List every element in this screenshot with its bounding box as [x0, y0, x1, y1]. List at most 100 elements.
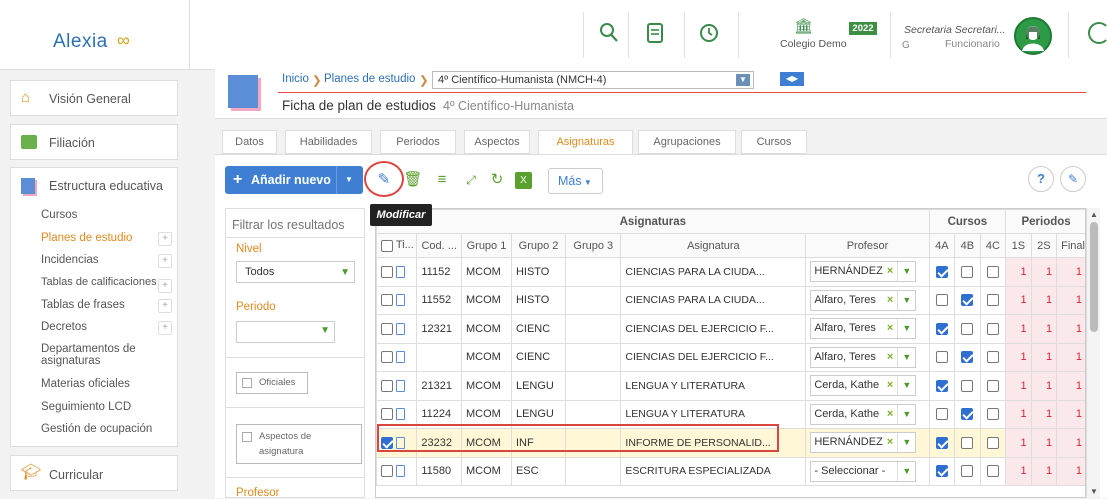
row-checkbox[interactable] — [381, 408, 393, 421]
delete-trash-icon[interactable]: 🗑︎ — [403, 170, 423, 190]
refresh-icon[interactable]: ↻ — [487, 170, 507, 190]
app-logo[interactable]: Alexia — [53, 31, 108, 53]
notes-icon[interactable] — [640, 22, 670, 50]
add-new-button[interactable]: + Añadir nuevo ▼ — [225, 166, 363, 194]
curso-4b-checkbox[interactable] — [961, 379, 974, 392]
curso-4b-checkbox[interactable] — [961, 294, 974, 307]
tab-habilidades[interactable]: Habilidades — [285, 130, 372, 154]
cell-periodo-1s[interactable]: 1 — [1005, 371, 1032, 401]
expand-plus-icon[interactable]: + — [158, 279, 172, 293]
clear-x-icon[interactable]: × — [887, 376, 893, 395]
profesor-select[interactable]: Alfaro, Teres × ▼ — [810, 318, 917, 340]
table-row[interactable]: 11580 MCOM ESC ESCRITURA ESPECIALIZADA - Sel… — [376, 456, 1085, 486]
profesor-select[interactable]: HERNÁNDEZ × ▼ — [810, 261, 917, 283]
sidebar-item-vision-general[interactable]: ⌂ Visión General — [10, 80, 178, 116]
curso-4c-checkbox[interactable] — [986, 351, 999, 364]
curso-4b-checkbox[interactable] — [961, 465, 974, 478]
tab-asignaturas[interactable]: Asignaturas — [538, 130, 633, 155]
cell-periodo-1s[interactable]: 1 — [1005, 456, 1032, 486]
table-row[interactable]: 11224 MCOM LENGU LENGUA Y LITERATURA Cerda, … — [376, 399, 1085, 429]
clear-x-icon[interactable]: × — [887, 319, 893, 338]
curso-4a-checkbox[interactable] — [935, 294, 948, 307]
column-icon[interactable]: ≡ — [432, 170, 452, 190]
expand-plus-icon[interactable]: + — [158, 254, 172, 268]
periodo-select[interactable]: ▼ — [236, 321, 335, 343]
col-header-profesor[interactable]: Profesor — [805, 233, 930, 258]
sidebar-item-estructura[interactable]: Estructura educativa — [49, 179, 163, 193]
nivel-select[interactable]: Todos ▼ — [236, 261, 355, 283]
curso-4b-checkbox[interactable] — [961, 436, 974, 449]
profesor-select[interactable]: Cerda, Kathe × ▼ — [810, 375, 917, 397]
table-row[interactable]: MCOM CIENC CIENCIAS DEL EJERCICIO F... Alfa… — [376, 342, 1085, 372]
curso-4c-checkbox[interactable] — [986, 379, 999, 392]
clear-x-icon[interactable]: × — [887, 433, 893, 452]
breadcrumb-planes[interactable]: Planes de estudio — [324, 73, 415, 85]
table-row[interactable]: 12321 MCOM CIENC CIENCIAS DEL EJERCICIO F..… — [376, 314, 1085, 344]
settings-pencil-icon[interactable]: ✎ — [1060, 166, 1086, 192]
user-name[interactable]: Secretaria Secretari... — [904, 24, 1009, 36]
history-icon[interactable] — [694, 22, 724, 50]
grid-scrollbar[interactable]: ▲ ▼ — [1086, 208, 1100, 498]
profesor-select[interactable]: Alfaro, Teres × ▼ — [810, 346, 917, 368]
col-header-grupo2[interactable]: Grupo 2 — [510, 233, 567, 258]
cell-periodo-2s[interactable]: 1 — [1030, 428, 1058, 458]
col-header-asignatura[interactable]: Asignatura — [620, 233, 807, 258]
row-checkbox[interactable] — [381, 351, 393, 364]
sub-item-cursos[interactable]: Cursos — [41, 209, 77, 221]
curso-4c-checkbox[interactable] — [986, 265, 999, 278]
clear-x-icon[interactable]: × — [887, 405, 893, 424]
curso-4c-checkbox[interactable] — [986, 436, 999, 449]
school-name[interactable]: Colegio Demo — [780, 38, 847, 50]
tab-datos[interactable]: Datos — [222, 130, 277, 154]
curso-4a-checkbox[interactable] — [935, 436, 948, 449]
sub-item-tablas-frases[interactable]: Tablas de frases — [41, 299, 125, 311]
curso-4b-checkbox[interactable] — [961, 265, 974, 278]
cell-periodo-final[interactable]: 1 — [1056, 257, 1085, 287]
tab-aspectos[interactable]: Aspectos — [464, 130, 530, 154]
col-header-4b[interactable]: 4B — [954, 233, 981, 258]
cell-periodo-2s[interactable]: 1 — [1030, 399, 1058, 429]
breadcrumb-home[interactable]: Inicio — [282, 73, 309, 85]
curso-4b-checkbox[interactable] — [961, 351, 974, 364]
cell-periodo-final[interactable]: 1 — [1056, 314, 1085, 344]
search-icon[interactable] — [594, 22, 624, 50]
col-header-1s[interactable]: 1S — [1005, 233, 1032, 258]
year-badge[interactable]: 2022 — [849, 22, 877, 35]
aspectos-toggle[interactable]: Aspectos de asignatura — [236, 424, 362, 464]
cell-periodo-2s[interactable]: 1 — [1030, 285, 1058, 315]
cell-periodo-1s[interactable]: 1 — [1005, 257, 1032, 287]
col-header-2s[interactable]: 2S — [1030, 233, 1058, 258]
plan-select[interactable]: 4º Científico-Humanista (NMCH-4) ▼ — [432, 71, 754, 89]
sidebar-item-curricular[interactable]: 🎓︎ Curricular — [10, 455, 178, 491]
clear-x-icon[interactable]: × — [887, 348, 893, 367]
cell-periodo-1s[interactable]: 1 — [1005, 342, 1032, 372]
curso-4c-checkbox[interactable] — [986, 322, 999, 335]
oficiales-toggle[interactable]: Oficiales — [236, 372, 308, 394]
curso-4c-checkbox[interactable] — [986, 465, 999, 478]
row-checkbox[interactable] — [381, 265, 393, 278]
row-checkbox[interactable] — [381, 436, 393, 449]
sub-item-decretos[interactable]: Decretos — [41, 321, 87, 333]
curso-4c-checkbox[interactable] — [986, 408, 999, 421]
filter-input[interactable] — [232, 215, 357, 235]
sidebar-item-filiacion[interactable]: Filiación — [10, 124, 178, 160]
clear-x-icon[interactable]: × — [887, 262, 893, 281]
expand-plus-icon[interactable]: + — [158, 232, 172, 246]
cell-periodo-1s[interactable]: 1 — [1005, 399, 1032, 429]
prev-next-arrows[interactable]: ◀▶ — [780, 72, 804, 86]
cell-periodo-final[interactable]: 1 — [1056, 399, 1085, 429]
curso-4a-checkbox[interactable] — [935, 322, 948, 335]
curso-4a-checkbox[interactable] — [935, 265, 948, 278]
sub-item-planes[interactable]: Planes de estudio — [41, 232, 132, 244]
table-row[interactable]: 11152 MCOM HISTO CIENCIAS PARA LA CIUDA... H… — [376, 257, 1085, 287]
col-header-grupo3[interactable]: Grupo 3 — [565, 233, 622, 258]
row-checkbox[interactable] — [381, 379, 393, 392]
profesor-select[interactable]: HERNÁNDEZ × ▼ — [810, 432, 917, 454]
col-header-4c[interactable]: 4C — [979, 233, 1007, 258]
cell-periodo-final[interactable]: 1 — [1056, 285, 1085, 315]
sub-item-gestion[interactable]: Gestión de ocupación — [41, 423, 152, 435]
row-checkbox[interactable] — [381, 322, 393, 335]
excel-icon[interactable]: X — [515, 172, 532, 189]
col-header-grupo1[interactable]: Grupo 1 — [461, 233, 512, 258]
tab-cursos[interactable]: Cursos — [741, 130, 807, 154]
